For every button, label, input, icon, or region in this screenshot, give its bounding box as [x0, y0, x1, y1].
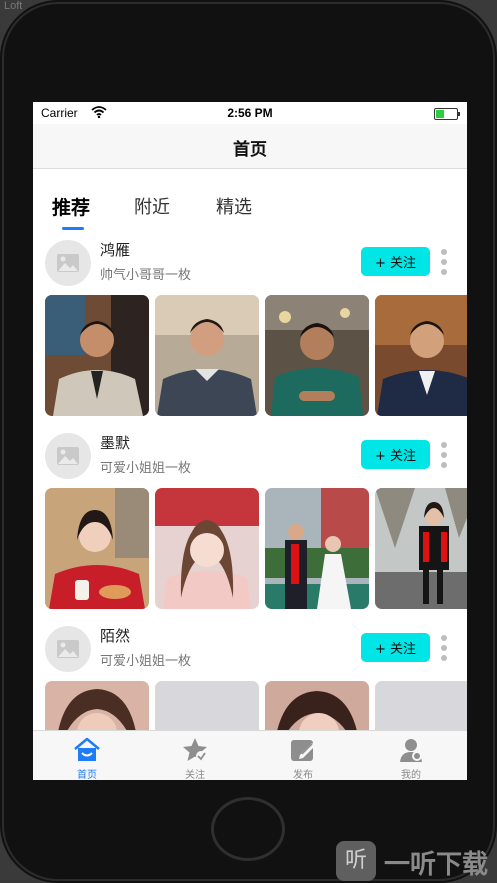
category-tabs: 推荐 附近 精选	[33, 169, 467, 230]
follow-button[interactable]: + 关注	[361, 633, 430, 662]
photo-row	[45, 488, 467, 610]
post-photo[interactable]	[265, 295, 369, 416]
post-photo[interactable]	[375, 488, 467, 609]
post-photo[interactable]	[155, 295, 259, 416]
watermark-text: 一听下载	[384, 850, 489, 880]
post-photo[interactable]	[375, 295, 467, 416]
feed-list: 鸿雁 帅气小哥哥一枚 + 关注 墨默 可爱小姐姐一枚 + 关注 陌然 可爱小姐姐…	[33, 229, 467, 730]
tabbar-item-publish[interactable]: 发布	[249, 731, 357, 780]
tab-recommended[interactable]: 推荐	[52, 193, 90, 220]
phone-frame: Carrier 2:56 PM 首页 推荐 附近 精选 鸿雁 帅气小哥哥一枚 +…	[0, 0, 497, 883]
person-icon	[400, 739, 422, 762]
home-button[interactable]	[211, 797, 285, 861]
more-options-icon[interactable]	[437, 633, 451, 663]
bottom-tab-bar: 首页 关注 发布 我的	[33, 730, 467, 780]
home-icon	[74, 737, 100, 761]
follow-button[interactable]: + 关注	[361, 440, 430, 469]
post-photo[interactable]	[155, 681, 259, 730]
post-photo[interactable]	[265, 488, 369, 609]
tabbar-label: 关注	[185, 770, 205, 780]
user-name[interactable]: 鸿雁	[100, 239, 130, 260]
photo-row	[45, 295, 467, 417]
avatar[interactable]	[45, 433, 91, 479]
image-placeholder-icon	[57, 447, 79, 465]
watermark: 听 一听下载	[336, 839, 497, 883]
post-photo[interactable]	[45, 681, 149, 730]
post-photo[interactable]	[45, 295, 149, 416]
watermark-logo: 听	[336, 841, 376, 881]
tabbar-label: 发布	[293, 770, 313, 780]
feed-post: 墨默 可爱小姐姐一枚 + 关注	[33, 422, 467, 615]
post-photo[interactable]	[375, 681, 467, 730]
user-subtitle: 可爱小姐姐一枚	[100, 461, 192, 476]
status-bar: Carrier 2:56 PM	[33, 102, 467, 124]
image-placeholder-icon	[57, 254, 79, 272]
avatar[interactable]	[45, 626, 91, 672]
post-photo[interactable]	[45, 488, 149, 609]
user-name[interactable]: 陌然	[100, 625, 130, 646]
tabbar-item-profile[interactable]: 我的	[357, 731, 465, 780]
compose-icon	[291, 740, 315, 761]
page-title: 首页	[233, 140, 267, 160]
star-icon	[183, 738, 207, 761]
image-placeholder-icon	[57, 640, 79, 658]
battery-icon	[434, 108, 460, 120]
app-screen: Carrier 2:56 PM 首页 推荐 附近 精选 鸿雁 帅气小哥哥一枚 +…	[33, 102, 467, 780]
tab-nearby[interactable]: 附近	[134, 193, 170, 219]
user-name[interactable]: 墨默	[100, 432, 130, 453]
tabbar-label: 首页	[77, 770, 97, 780]
user-subtitle: 可爱小姐姐一枚	[100, 654, 192, 669]
photo-row	[45, 681, 467, 730]
avatar[interactable]	[45, 240, 91, 286]
follow-button[interactable]: + 关注	[361, 247, 430, 276]
tab-featured[interactable]: 精选	[216, 193, 252, 219]
navigation-bar: 首页	[33, 124, 467, 169]
tabbar-item-home[interactable]: 首页	[33, 731, 141, 780]
post-photo[interactable]	[155, 488, 259, 609]
status-time: 2:56 PM	[227, 106, 273, 120]
tabbar-label: 我的	[401, 770, 421, 780]
post-photo[interactable]	[265, 681, 369, 730]
more-options-icon[interactable]	[437, 247, 451, 277]
background-label: Loft	[4, 0, 23, 12]
feed-post: 陌然 可爱小姐姐一枚 + 关注	[33, 615, 467, 730]
tabbar-item-following[interactable]: 关注	[141, 731, 249, 780]
user-subtitle: 帅气小哥哥一枚	[100, 268, 192, 283]
more-options-icon[interactable]	[437, 440, 451, 470]
feed-post: 鸿雁 帅气小哥哥一枚 + 关注	[33, 229, 467, 422]
